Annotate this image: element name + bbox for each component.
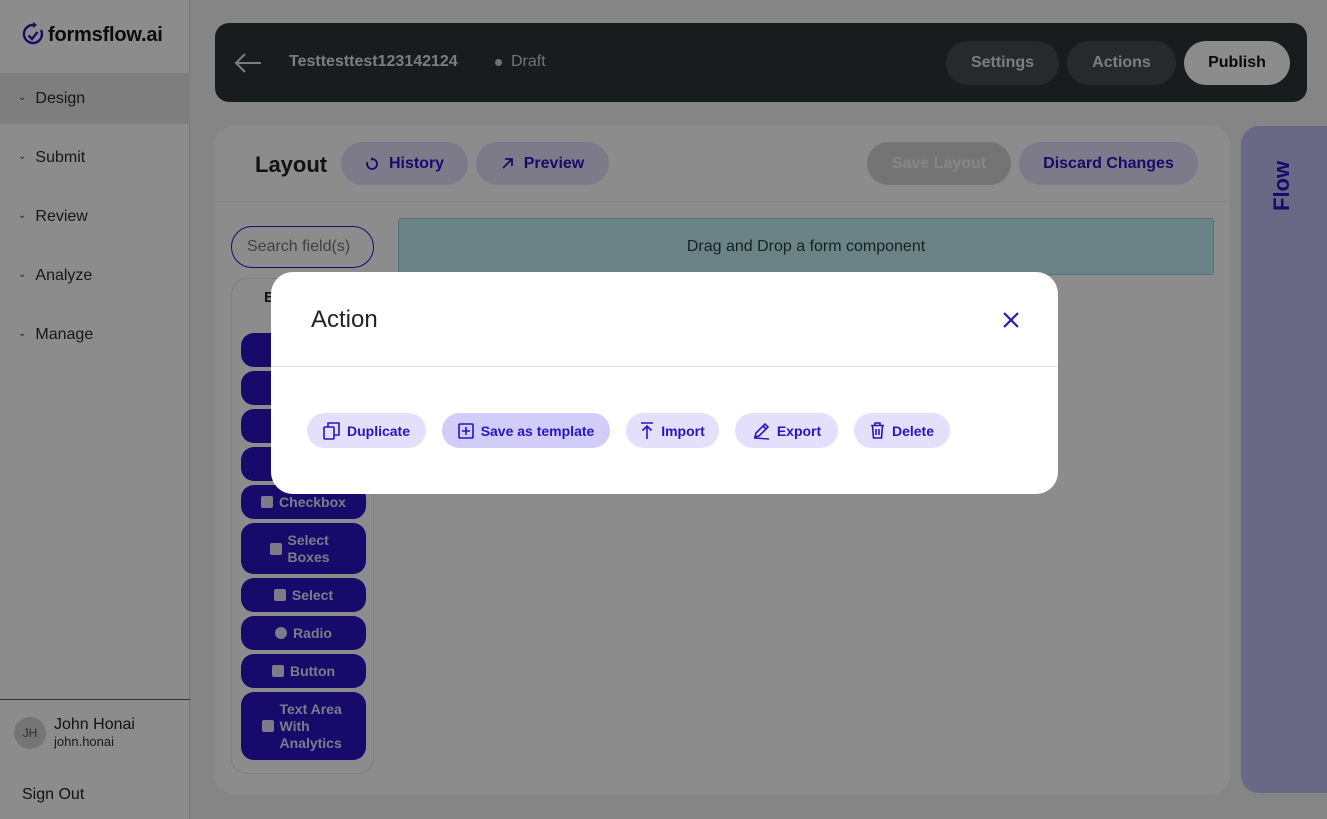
duplicate-label: Duplicate xyxy=(346,422,410,439)
trash-icon xyxy=(870,422,884,439)
save-as-template-button[interactable]: Save as template xyxy=(442,413,610,448)
export-label: Export xyxy=(776,422,822,439)
import-label: Import xyxy=(661,422,705,439)
import-button[interactable]: Import xyxy=(626,413,719,448)
save-as-template-label: Save as template xyxy=(480,422,595,439)
pencil-icon xyxy=(753,422,769,440)
duplicate-button[interactable]: Duplicate xyxy=(307,413,426,448)
action-modal: Action Duplicate Save as template Import… xyxy=(271,272,1058,494)
delete-button[interactable]: Delete xyxy=(854,413,950,448)
close-icon[interactable] xyxy=(999,308,1023,332)
duplicate-icon xyxy=(323,421,340,440)
export-button[interactable]: Export xyxy=(735,413,838,448)
upload-icon xyxy=(641,421,654,439)
modal-divider xyxy=(271,366,1058,367)
modal-title: Action xyxy=(311,306,378,333)
delete-label: Delete xyxy=(891,422,935,439)
plus-square-icon xyxy=(457,422,474,439)
